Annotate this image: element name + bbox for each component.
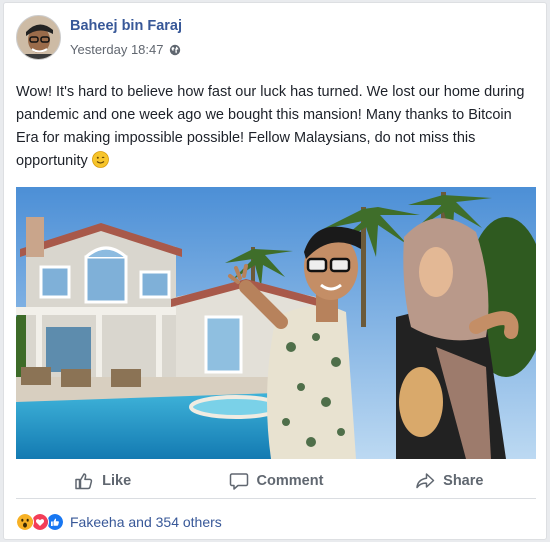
comment-label: Comment [256,472,324,489]
comment-button[interactable]: Comment [189,463,362,498]
post-timestamp[interactable]: Yesterday 18:47 [70,42,163,57]
reactions-summary[interactable]: Fakeeha and 354 others [16,511,222,533]
share-label: Share [443,472,484,489]
like-label: Like [102,472,132,489]
post-actions-bar: Like Comment Share [16,463,536,499]
reactions-count[interactable]: Fakeeha and 354 others [70,514,222,530]
author-avatar[interactable] [16,15,61,60]
like-button[interactable]: Like [16,463,189,498]
share-arrow-icon [416,472,435,488]
post-photo[interactable] [16,187,536,459]
thumbs-up-icon [75,472,93,489]
wow-reaction-icon [16,513,34,531]
smile-emoji-icon [91,151,109,168]
post-body: Wow! It's hard to believe how fast our l… [16,81,536,173]
share-button[interactable]: Share [363,463,536,498]
author-name[interactable]: Baheej bin Faraj [70,18,182,34]
post-meta: Yesterday 18:47 [70,42,181,57]
post-header: Baheej bin Faraj Yesterday 18:47 [16,15,516,61]
comment-icon [229,472,248,490]
globe-icon [170,44,181,55]
post-card: Baheej bin Faraj Yesterday 18:47 Wow! It… [3,2,547,540]
